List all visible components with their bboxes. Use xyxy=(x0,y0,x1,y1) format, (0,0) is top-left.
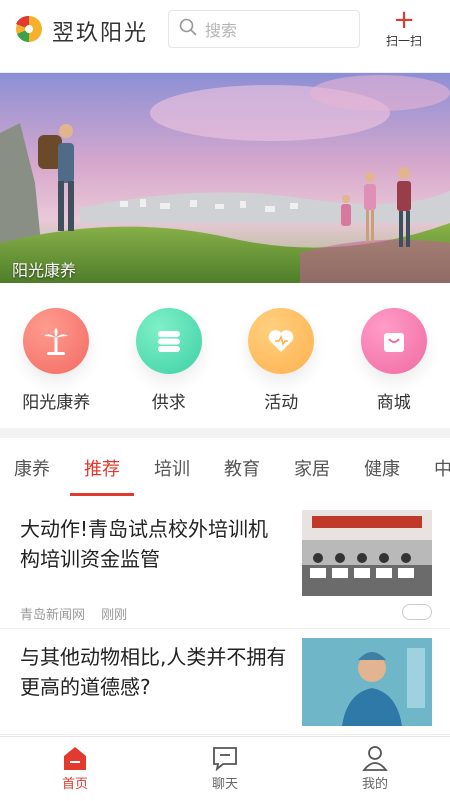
search-input[interactable]: 搜索 xyxy=(168,10,360,48)
palm-tree-icon xyxy=(23,308,90,374)
category-grid: 阳光康养 供求 活动 商城 xyxy=(0,296,450,420)
tab-health[interactable]: 健康 xyxy=(364,450,400,490)
channel-tabs: 康养 推荐 培训 教育 家居 健康 中 xyxy=(0,450,450,496)
bottom-navigation: 首页 聊天 我的 xyxy=(0,736,450,801)
nav-chat[interactable]: 聊天 xyxy=(150,737,300,801)
tab-home[interactable]: 家居 xyxy=(294,450,330,490)
category-label: 供求 xyxy=(151,393,186,413)
nav-label: 我的 xyxy=(361,777,388,792)
category-wellness[interactable]: 阳光康养 xyxy=(11,296,101,420)
home-icon xyxy=(0,743,150,773)
hero-banner[interactable]: 阳光康养 xyxy=(0,73,450,283)
heart-icon xyxy=(248,308,315,374)
category-activity[interactable]: 活动 xyxy=(236,296,326,420)
search-placeholder: 搜索 xyxy=(205,21,238,40)
news-meta: 青岛新闻网 刚刚 xyxy=(20,604,139,623)
tab-recommended[interactable]: 推荐 xyxy=(70,450,134,496)
app-header: 翌玖阳光 搜索 + 扫一扫 xyxy=(0,0,450,73)
news-title: 大动作!青岛试点校外培训机构培训资金监管 xyxy=(20,517,269,571)
scan-label: 扫一扫 xyxy=(385,34,422,48)
user-icon xyxy=(300,743,450,773)
brand: 翌玖阳光 xyxy=(14,14,148,48)
chat-icon xyxy=(150,743,300,773)
category-label: 阳光康养 xyxy=(22,393,91,413)
nav-home[interactable]: 首页 xyxy=(0,737,150,801)
tab-training[interactable]: 培训 xyxy=(154,450,190,490)
tab-more[interactable]: 中 xyxy=(434,450,450,490)
stack-icon xyxy=(135,308,202,374)
category-label: 活动 xyxy=(264,393,299,413)
logo-icon xyxy=(14,14,44,48)
section-divider xyxy=(0,428,450,438)
category-label: 商城 xyxy=(376,393,411,413)
news-thumbnail xyxy=(302,510,432,596)
nav-label: 首页 xyxy=(61,777,88,792)
search-icon xyxy=(179,18,197,40)
plus-icon: + xyxy=(393,5,415,35)
category-mall[interactable]: 商城 xyxy=(349,296,439,420)
banner-image xyxy=(0,73,450,283)
tab-wellness[interactable]: 康养 xyxy=(14,450,50,490)
news-thumbnail xyxy=(302,638,432,726)
scan-button[interactable]: + 扫一扫 xyxy=(378,5,430,49)
banner-caption: 阳光康养 xyxy=(12,261,77,280)
news-item[interactable]: 与其他动物相比,人类并不拥有更高的道德感? xyxy=(0,634,450,735)
brand-name: 翌玖阳光 xyxy=(52,21,149,46)
tab-education[interactable]: 教育 xyxy=(224,450,260,490)
news-source: 青岛新闻网 xyxy=(20,608,86,623)
news-title: 与其他动物相比,人类并不拥有更高的道德感? xyxy=(20,645,287,699)
nav-profile[interactable]: 我的 xyxy=(300,737,450,801)
nav-label: 聊天 xyxy=(211,777,238,792)
dismiss-button[interactable] xyxy=(402,604,432,620)
news-time: 刚刚 xyxy=(101,608,128,623)
shopping-bag-icon xyxy=(360,308,427,374)
category-supply-demand[interactable]: 供求 xyxy=(124,296,214,420)
news-item[interactable]: 大动作!青岛试点校外培训机构培训资金监管 青岛新闻网 刚刚 xyxy=(0,506,450,629)
